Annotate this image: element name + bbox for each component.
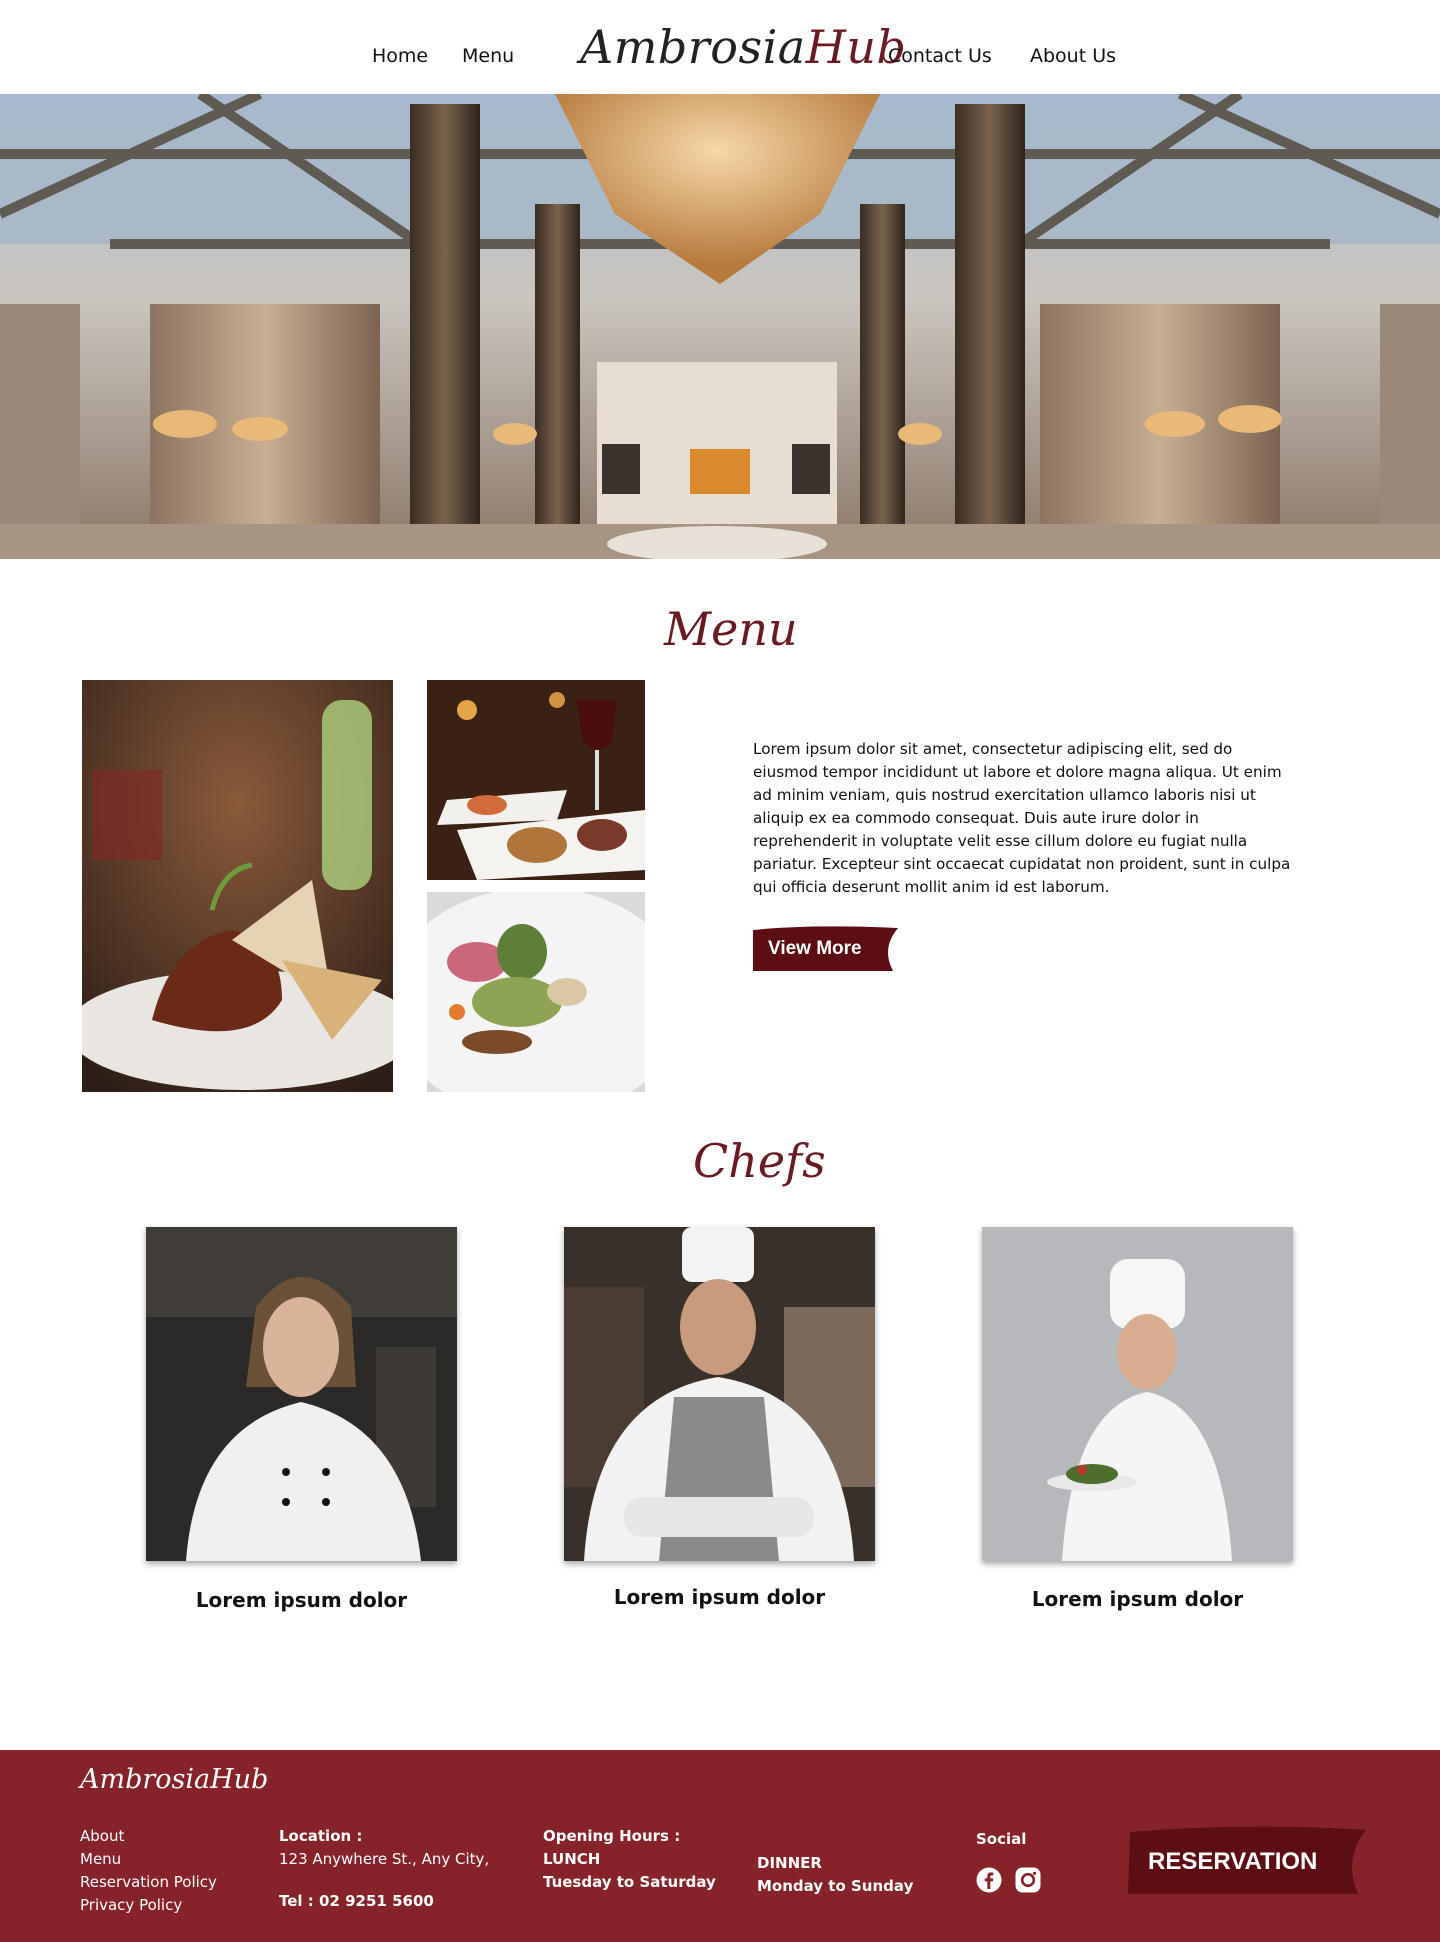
chef-name-3: Lorem ipsum dolor <box>1031 1587 1244 1611</box>
site-header: Home Menu AmbrosiaHub Contact Us About U… <box>0 0 1440 94</box>
footer-hours-label: Opening Hours : <box>543 1827 681 1845</box>
brand-logo[interactable]: AmbrosiaHub <box>580 20 906 74</box>
nav-about-link[interactable]: About Us <box>1030 45 1116 67</box>
nav-home-link[interactable]: Home <box>372 45 428 67</box>
footer-brand-logo[interactable]: AmbrosiaHub <box>80 1764 268 1795</box>
footer-address: 123 Anywhere St., Any City, <box>279 1850 490 1868</box>
site-footer: AmbrosiaHub About Menu Reservation Polic… <box>0 1750 1440 1942</box>
menu-dish-image-wine <box>427 680 645 880</box>
footer-link-menu[interactable]: Menu <box>80 1850 121 1868</box>
nav-contact-link[interactable]: Contact Us <box>888 45 992 67</box>
footer-phone: Tel : 02 9251 5600 <box>279 1892 434 1910</box>
footer-lunch-days: Tuesday to Saturday <box>543 1873 716 1891</box>
footer-location-label: Location : <box>279 1827 363 1845</box>
footer-lunch-label: LUNCH <box>543 1850 601 1868</box>
chef-name-1: Lorem ipsum dolor <box>195 1588 408 1612</box>
chef-name-2: Lorem ipsum dolor <box>613 1585 826 1609</box>
facebook-icon[interactable] <box>976 1867 1002 1893</box>
nav-menu-link[interactable]: Menu <box>462 45 514 67</box>
view-more-label: View More <box>768 938 862 959</box>
view-more-button[interactable]: View More <box>753 926 898 971</box>
menu-dish-image-plated <box>427 892 645 1092</box>
menu-section-title: Menu <box>664 602 798 656</box>
hero-image <box>0 94 1440 559</box>
chef-photo-2 <box>564 1227 875 1561</box>
reservation-button[interactable]: RESERVATION <box>1128 1826 1366 1894</box>
footer-dinner-label: DINNER <box>757 1854 822 1872</box>
footer-link-reservation-policy[interactable]: Reservation Policy <box>80 1873 217 1891</box>
chef-photo-3 <box>982 1227 1293 1561</box>
instagram-icon[interactable] <box>1015 1867 1041 1893</box>
menu-description: Lorem ipsum dolor sit amet, consectetur … <box>753 740 1291 896</box>
footer-link-privacy-policy[interactable]: Privacy Policy <box>80 1896 182 1914</box>
footer-dinner-days: Monday to Sunday <box>757 1877 914 1895</box>
brand-logo-main: Ambrosia <box>580 20 806 74</box>
footer-link-about[interactable]: About <box>80 1827 124 1845</box>
menu-dish-image-large <box>82 680 393 1092</box>
footer-social-label: Social <box>976 1830 1027 1848</box>
chef-photo-1 <box>146 1227 457 1561</box>
reservation-label: RESERVATION <box>1148 1848 1318 1875</box>
chefs-section-title: Chefs <box>693 1134 826 1188</box>
